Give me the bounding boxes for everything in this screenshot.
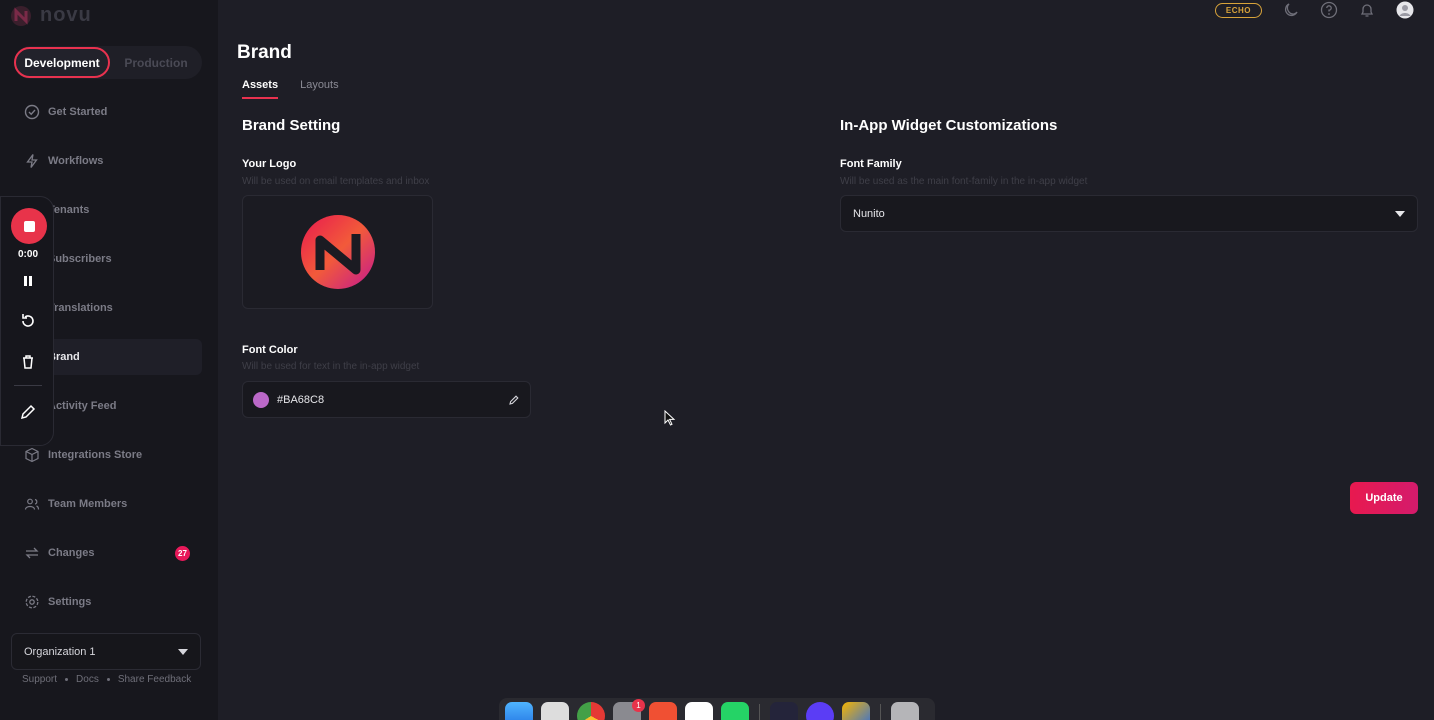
- sidebar-item-label: Get Started: [48, 106, 108, 118]
- dock-separator: [880, 704, 881, 720]
- brand-setting-title: Brand Setting: [242, 117, 341, 134]
- font-family-select[interactable]: Nunito: [840, 195, 1418, 232]
- pencil-icon[interactable]: [19, 403, 37, 421]
- vscode-icon[interactable]: [685, 702, 713, 720]
- sidebar-item-label: Translations: [48, 302, 113, 314]
- tab-assets[interactable]: Assets: [242, 79, 279, 99]
- sidebar-item-workflows[interactable]: Workflows: [14, 143, 202, 179]
- font-color-label: Font Color: [242, 344, 298, 356]
- organization-select[interactable]: Organization 1: [11, 633, 201, 670]
- novu-logo-icon: [300, 215, 375, 289]
- stop-recording-button[interactable]: [11, 208, 47, 244]
- divider: [14, 385, 42, 386]
- sidebar-item-label: Team Members: [48, 498, 128, 510]
- tabs: Assets Layouts: [242, 79, 339, 99]
- organization-name: Organization 1: [24, 645, 96, 658]
- tab-layouts[interactable]: Layouts: [300, 79, 339, 99]
- pencil-icon[interactable]: [508, 394, 520, 406]
- moon-icon[interactable]: [1282, 1, 1300, 19]
- font-family-value: Nunito: [853, 207, 885, 220]
- dock-separator: [759, 704, 760, 720]
- sidebar-item-label: Settings: [48, 596, 92, 608]
- gear-icon: [25, 595, 39, 609]
- finder-icon[interactable]: [505, 702, 533, 720]
- logo-label: Your Logo: [242, 158, 297, 170]
- color-swatch[interactable]: [253, 391, 269, 408]
- reeder-icon[interactable]: [842, 702, 870, 720]
- share-feedback-link[interactable]: Share Feedback: [118, 674, 191, 685]
- bell-icon[interactable]: [1358, 1, 1376, 19]
- widget-customizations-title: In-App Widget Customizations: [840, 117, 1058, 134]
- environment-switch: Development Production: [14, 46, 202, 79]
- sidebar-item-changes[interactable]: Changes 27: [14, 535, 202, 571]
- box-icon: [25, 447, 39, 463]
- page-title: Brand: [237, 42, 292, 63]
- caret-down-icon: [1395, 210, 1405, 217]
- recording-timer: 0:00: [17, 249, 38, 260]
- novu-logo-icon: [11, 5, 31, 26]
- novu-logo[interactable]: novu: [10, 4, 92, 27]
- trash-icon[interactable]: [891, 702, 919, 720]
- logo-hint: Will be used on email templates and inbo…: [242, 176, 430, 187]
- changes-count-badge: 27: [175, 546, 190, 561]
- font-color-value: #BA68C8: [277, 393, 325, 406]
- screen-recorder-panel: 0:00: [0, 196, 54, 446]
- help-icon[interactable]: [1320, 1, 1338, 19]
- system-settings-icon[interactable]: 1: [613, 699, 645, 720]
- restart-icon[interactable]: [19, 312, 37, 330]
- sidebar-item-label: Workflows: [48, 155, 104, 167]
- pause-icon[interactable]: [19, 272, 37, 290]
- stop-icon: [23, 220, 35, 232]
- avatar[interactable]: [1396, 1, 1414, 19]
- sidebar-footer-links: Support Docs Share Feedback: [22, 674, 191, 685]
- caret-down-icon: [178, 648, 188, 655]
- macos-dock: 1: [499, 698, 935, 720]
- settings-notification-badge: 1: [632, 699, 645, 712]
- sidebar-item-label: Changes: [48, 547, 95, 559]
- bolt-icon: [26, 154, 38, 168]
- echo-badge[interactable]: ECHO: [1214, 2, 1262, 18]
- sidebar-item-label: Integrations Store: [48, 449, 143, 461]
- sidebar-item-label: Activity Feed: [48, 400, 117, 412]
- github-desktop-icon[interactable]: [770, 702, 798, 720]
- team-icon: [24, 498, 40, 510]
- check-circle-icon: [24, 104, 40, 120]
- whatsapp-icon[interactable]: [721, 702, 749, 720]
- sidebar-item-settings[interactable]: Settings: [14, 584, 202, 620]
- update-button[interactable]: Update: [1350, 482, 1418, 514]
- docs-link[interactable]: Docs: [76, 674, 99, 685]
- top-bar: ECHO: [1214, 0, 1414, 20]
- font-color-hint: Will be used for text in the in-app widg…: [242, 361, 420, 372]
- support-link[interactable]: Support: [22, 674, 57, 685]
- brand-name: novu: [40, 4, 92, 26]
- changes-icon: [25, 547, 39, 559]
- font-color-input[interactable]: #BA68C8: [242, 381, 531, 418]
- sidebar-item-label: Tenants: [48, 204, 90, 216]
- sidebar-item-team-members[interactable]: Team Members: [14, 486, 202, 522]
- font-family-label: Font Family: [840, 158, 902, 170]
- production-env-button[interactable]: Production: [110, 47, 202, 78]
- launchpad-icon[interactable]: [541, 702, 569, 720]
- screen-recorder-icon[interactable]: [806, 702, 834, 720]
- development-env-button[interactable]: Development: [14, 47, 110, 78]
- chrome-icon[interactable]: [577, 702, 605, 720]
- font-family-hint: Will be used as the main font-family in …: [840, 176, 1088, 187]
- mouse-cursor-icon: [664, 410, 676, 426]
- sidebar-item-get-started[interactable]: Get Started: [14, 94, 202, 130]
- git-icon[interactable]: [649, 702, 677, 720]
- logo-upload[interactable]: [242, 195, 433, 309]
- separator-dot: [106, 678, 110, 681]
- separator-dot: [65, 678, 69, 681]
- trash-icon[interactable]: [19, 353, 37, 371]
- sidebar-item-label: Subscribers: [48, 253, 112, 265]
